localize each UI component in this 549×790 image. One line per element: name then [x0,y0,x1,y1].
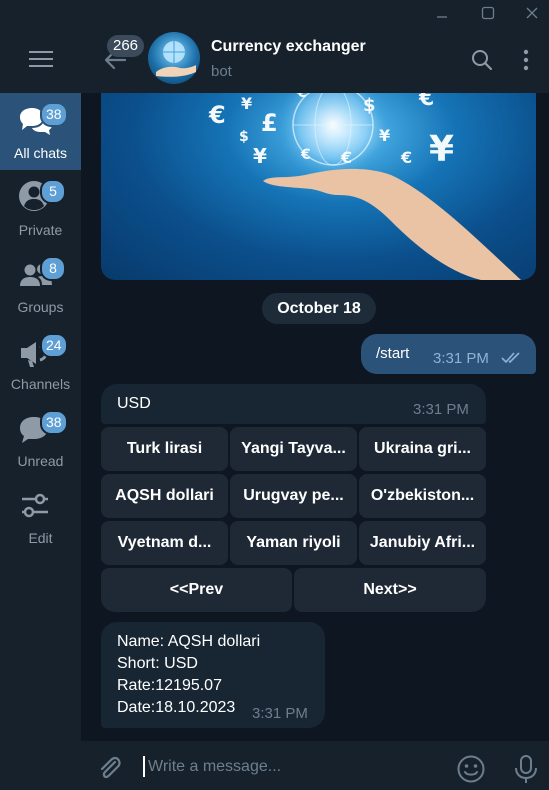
folder-unread-badge: 38 [40,102,68,127]
message-text: /start [376,345,410,362]
folder-unread[interactable]: 38 Unread [0,401,81,478]
folder-label: Edit [28,530,53,546]
globe-hand-icon [156,41,196,77]
folder-label: Groups [17,299,64,315]
next-page-button[interactable]: Next>> [294,568,486,612]
hamburger-icon [28,51,53,67]
inline-button-turk-lirasi[interactable]: Turk lirasi [101,427,228,471]
sliders-icon [22,493,48,518]
folder-channels[interactable]: 24 Channels [0,324,81,401]
folder-all-chats[interactable]: 38 All chats [0,93,81,170]
currency-globe-image: € ¥ £ $ ¥ € € $ ¥ € € ¥ € [208,93,521,280]
inline-button-vyetnam[interactable]: Vyetnam d... [101,521,228,565]
main-menu-button[interactable] [0,25,81,93]
currency-photo[interactable]: € ¥ £ $ ¥ € € $ ¥ € € ¥ € [101,93,536,280]
message-text: USD [117,395,151,412]
message-time: 3:31 PM [413,401,469,418]
folder-label: Unread [17,453,64,469]
outgoing-message[interactable]: /start 3:31 PM [361,334,536,374]
double-check-icon [501,352,520,364]
message-input-placeholder: Write a message... [148,758,282,775]
chat-title: Currency exchanger [211,38,366,55]
message-input[interactable]: Write a message... [143,755,433,779]
close-window-button[interactable] [512,0,549,25]
more-options-icon[interactable] [514,48,538,72]
window-titlebar [0,0,549,25]
folder-private[interactable]: 5 Private [0,170,81,247]
svg-text:$: $ [239,129,249,145]
svg-text:¥: ¥ [241,94,252,113]
svg-text:€: € [296,93,307,101]
folder-unread-badge: 5 [40,179,66,204]
svg-text:¥: ¥ [379,126,390,145]
message-list[interactable]: € ¥ £ $ ¥ € € $ ¥ € € ¥ € October 18 /st… [81,93,549,741]
inline-button-ukraina[interactable]: Ukraina gri... [359,427,486,471]
incoming-message[interactable]: USD 3:31 PM [101,384,486,424]
folder-unread-badge: 38 [40,410,68,435]
folder-label: Channels [10,376,71,392]
folder-groups[interactable]: 8 Groups [0,247,81,324]
chat-subtitle: bot [211,63,232,80]
folder-unread-badge: 24 [40,333,68,358]
currency-date: Date:18.10.2023 [117,699,236,716]
svg-text:$: $ [363,95,376,116]
chat-header: 266 Currency exchanger bot [81,25,549,93]
date-separator: October 18 [262,293,376,324]
currency-name: Name: AQSH dollari [117,633,261,650]
folder-edit[interactable]: Edit [0,478,81,555]
inline-button-yangi-tayvan[interactable]: Yangi Tayva... [230,427,357,471]
minimize-button[interactable] [422,0,462,25]
folder-label: Private [18,222,63,238]
currency-short: Short: USD [117,655,198,672]
svg-text:£: £ [261,109,278,137]
inline-button-uzbekiston[interactable]: O'zbekiston... [359,474,486,518]
svg-text:¥: ¥ [429,129,454,170]
inline-button-urugvay[interactable]: Urugvay pe... [230,474,357,518]
bot-avatar[interactable] [148,32,200,84]
incoming-message[interactable]: Name: AQSH dollari Short: USD Rate:12195… [101,622,325,728]
folders-sidebar: 38 All chats 5 Private 8 Groups 24 Chann… [0,25,81,790]
inline-button-janubiy-afrika[interactable]: Janubiy Afri... [359,521,486,565]
prev-page-button[interactable]: <<Prev [101,568,292,612]
smile-icon[interactable] [456,754,486,784]
maximize-icon [481,6,495,19]
svg-text:€: € [400,148,412,167]
unread-count-badge: 266 [107,35,145,57]
maximize-button[interactable] [468,0,508,25]
svg-text:€: € [208,101,226,129]
folder-unread-badge: 8 [40,256,66,281]
text-cursor [143,756,145,777]
svg-text:€: € [300,147,311,163]
close-icon [526,7,538,18]
message-composer: Write a message... [81,741,549,790]
microphone-icon[interactable] [513,754,539,784]
message-time: 3:31 PM [252,705,308,722]
inline-button-aqsh-dollari[interactable]: AQSH dollari [101,474,228,518]
search-icon[interactable] [470,48,494,72]
inline-button-yaman-riyoli[interactable]: Yaman riyoli [230,521,357,565]
svg-text:€: € [418,93,434,111]
currency-rate: Rate:12195.07 [117,677,222,694]
folder-label: All chats [14,145,67,161]
minimize-icon [437,15,447,18]
svg-text:¥: ¥ [253,144,267,168]
message-time: 3:31 PM [433,350,489,367]
paperclip-icon[interactable] [96,754,124,782]
svg-text:€: € [340,148,352,167]
